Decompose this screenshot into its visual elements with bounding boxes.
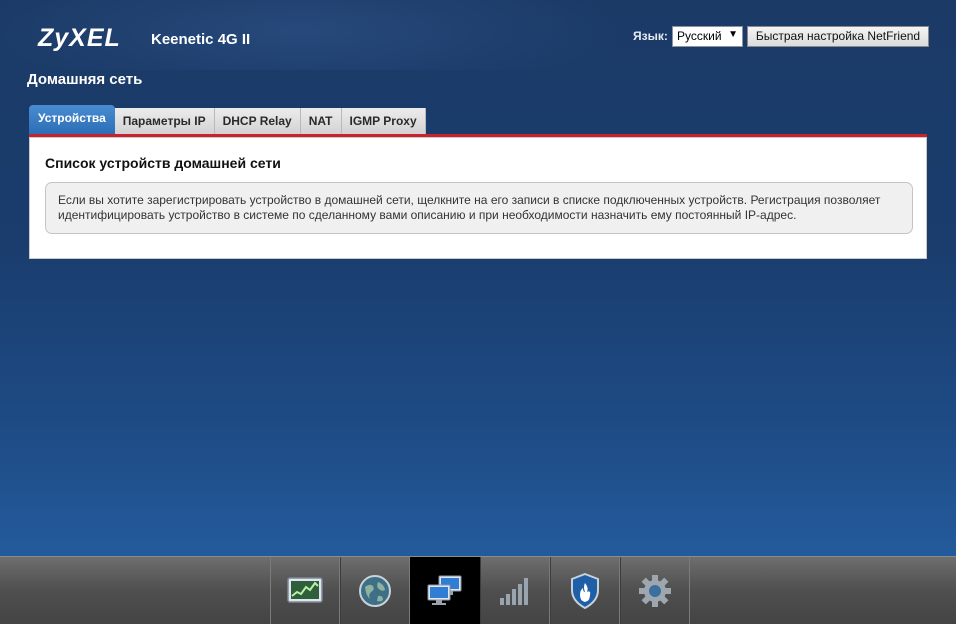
globe-icon	[359, 575, 391, 607]
content-panel: Список устройств домашней сети Если вы х…	[29, 137, 927, 259]
tab-bar: Устройства Параметры IP DHCP Relay NAT I…	[29, 104, 426, 134]
nav-wifi[interactable]	[480, 557, 550, 624]
nav-security[interactable]	[550, 557, 620, 624]
settings-gear-icon	[639, 575, 671, 607]
language-label: Язык:	[633, 29, 668, 43]
language-select-value: Русский	[677, 29, 722, 43]
info-text: Если вы хотите зарегистрировать устройст…	[58, 193, 881, 222]
info-box: Если вы хотите зарегистрировать устройст…	[45, 182, 913, 234]
security-shield-icon	[571, 573, 599, 609]
nav-internet[interactable]	[340, 557, 410, 624]
signal-bars-icon	[500, 578, 528, 605]
tab-nat[interactable]: NAT	[300, 108, 342, 134]
dropdown-arrow-icon: ▼	[728, 29, 738, 40]
quick-setup-button[interactable]: Быстрая настройка NetFriend	[747, 26, 929, 47]
panel-title: Список устройств домашней сети	[45, 155, 281, 171]
monitor-chart-icon	[287, 577, 323, 603]
device-model: Keenetic 4G II	[151, 31, 251, 48]
nav-system[interactable]	[620, 557, 690, 624]
language-select[interactable]: Русский ▼	[672, 26, 743, 47]
nav-home-network[interactable]	[410, 557, 480, 624]
tab-dhcp-relay[interactable]: DHCP Relay	[214, 108, 301, 134]
bottom-nav-bar	[0, 556, 956, 624]
tab-ip-parameters[interactable]: Параметры IP	[114, 108, 215, 134]
zyxel-logo: ZyXEL	[38, 24, 121, 52]
home-network-icon	[427, 575, 462, 605]
tab-igmp-proxy[interactable]: IGMP Proxy	[341, 108, 426, 134]
nav-monitor[interactable]	[270, 557, 340, 624]
tab-devices[interactable]: Устройства	[29, 105, 115, 134]
page-title: Домашняя сеть	[27, 71, 143, 88]
